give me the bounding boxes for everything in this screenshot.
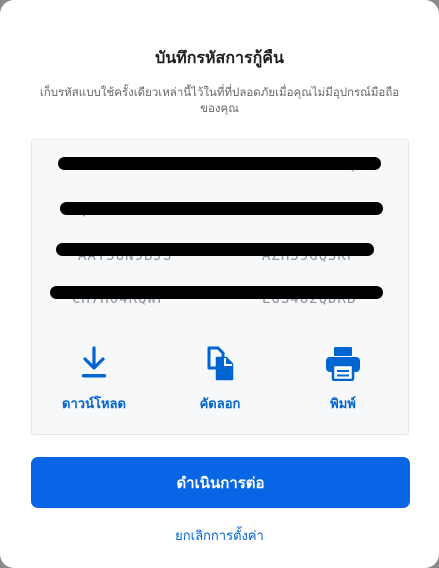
cancel-setup-link[interactable]: ยกเลิกการตั้งค่า	[0, 525, 439, 546]
dialog-title: บันทึกรหัสการกู้คืน	[155, 48, 284, 67]
copy-icon	[207, 346, 234, 381]
redaction-bar	[56, 243, 374, 256]
recovery-codes-dialog: บันทึกรหัสการกู้คืน เก็บรหัสแบบใช้ครั้งเ…	[0, 0, 439, 568]
redaction-bar	[50, 286, 383, 299]
redaction-bar	[60, 202, 383, 215]
print-button[interactable]: พิมพ์	[293, 345, 393, 414]
redaction-bar	[58, 157, 381, 170]
print-label: พิมพ์	[330, 397, 356, 412]
printer-icon	[326, 347, 360, 381]
recovery-codes-panel: D7ASFSPEXR KDUW6P39VQ QETD6M1KD5 YER1SSK…	[31, 139, 409, 435]
download-icon	[82, 346, 106, 378]
continue-button[interactable]: ดำเนินการต่อ	[31, 457, 410, 508]
download-label: ดาวน์โหลด	[62, 397, 126, 412]
copy-label: คัดลอก	[199, 397, 241, 412]
download-button[interactable]: ดาวน์โหลด	[44, 345, 144, 414]
copy-button[interactable]: คัดลอก	[170, 345, 270, 414]
dialog-subtitle: เก็บรหัสแบบใช้ครั้งเดียวเหล่านี้ไว้ในที่…	[39, 85, 400, 115]
